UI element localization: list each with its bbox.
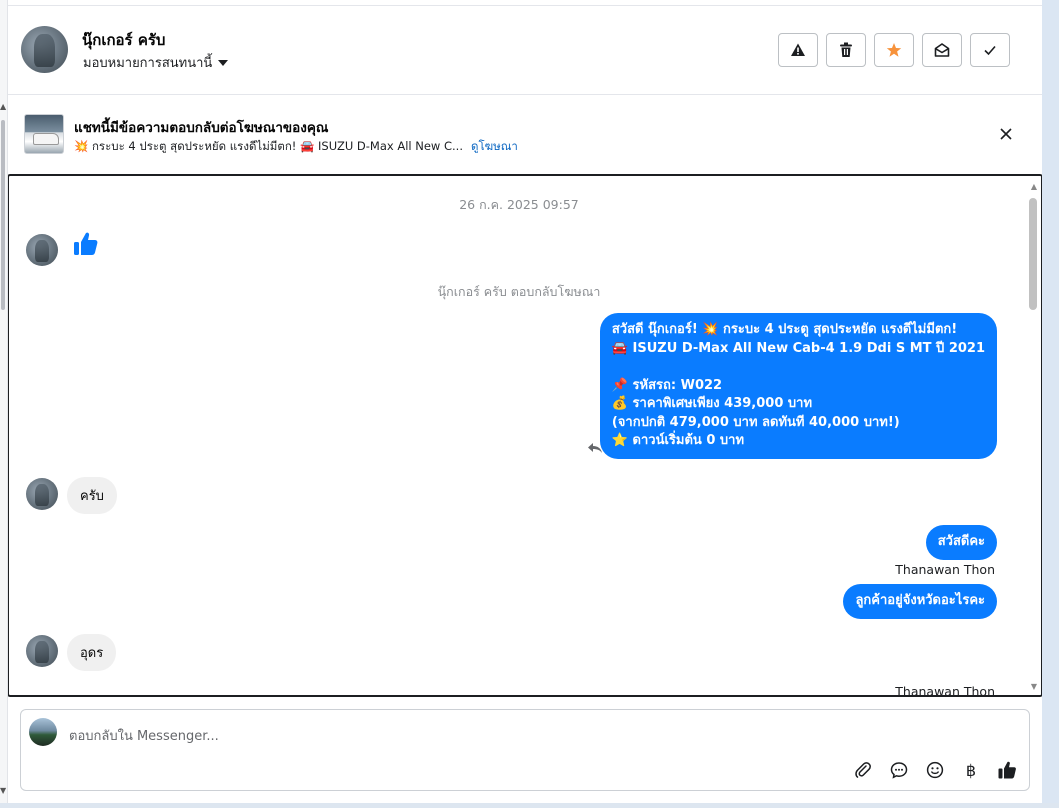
message-thread[interactable]: ▲ ▼ 26 ก.ค. 2025 09:57 นุ๊กเกอร์ ครับ ตอ… (7, 174, 1043, 697)
send-like-button[interactable] (997, 760, 1017, 780)
ad-banner-title: แชทนี้มีข้อความตอบกลับต่อโฆษณาของคุณ (74, 120, 329, 136)
scroll-down-arrow-icon[interactable]: ▼ (0, 786, 6, 795)
chat-header: นุ๊กเกอร์ ครับ มอบหมายการสนทนานี้ (8, 6, 1042, 95)
check-icon (984, 45, 996, 56)
payment-button[interactable]: ฿ (961, 760, 981, 780)
report-spam-button[interactable] (778, 33, 818, 67)
sender-name: Thanawan Thon (895, 684, 995, 697)
scroll-thumb[interactable] (1029, 198, 1037, 310)
outer-scrollbar[interactable]: ▲ ▼ (0, 0, 8, 808)
ad-text: 💥 กระบะ 4 ประตู สุดประหยัด แรงดีไม่มีตก!… (74, 139, 463, 153)
outgoing-message-bubble[interactable]: สวัสดีคะ (925, 525, 997, 560)
incoming-message-bubble[interactable]: ครับ (67, 477, 117, 514)
message-line: 💰 ราคาพิเศษเพียง 439,000 บาท (611, 396, 813, 411)
ad-reply-notice: นุ๊กเกอร์ ครับ ตอบกลับโฆษณา (437, 284, 601, 299)
attach-button[interactable] (853, 760, 873, 780)
incoming-message-bubble[interactable]: อุดร (67, 634, 117, 671)
mark-done-button[interactable] (970, 33, 1010, 67)
message-line (612, 358, 985, 377)
chat-bubble-icon (890, 762, 908, 779)
saved-replies-button[interactable] (889, 760, 909, 780)
side-background (1042, 0, 1059, 808)
mark-unread-button[interactable] (922, 33, 962, 67)
ad-thumbnail[interactable] (24, 114, 64, 154)
contact-avatar[interactable] (21, 26, 68, 73)
contact-name[interactable]: นุ๊กเกอร์ ครับ (82, 28, 165, 52)
message-timestamp: 26 ก.ค. 2025 09:57 (459, 197, 579, 212)
outgoing-message-bubble[interactable]: ลูกค้าอยู่จังหวัดอะไรคะ (843, 584, 997, 619)
reply-input[interactable]: ตอบกลับใน Messenger... (69, 725, 219, 746)
inbox-chat-panel: นุ๊กเกอร์ ครับ มอบหมายการสนทนานี้ แชทนี้… (0, 0, 1043, 805)
warning-icon (791, 43, 805, 56)
assign-label: มอบหมายการสนทนานี้ (83, 56, 213, 71)
page-avatar (29, 718, 57, 746)
scroll-down-arrow-icon[interactable]: ▼ (1031, 682, 1037, 691)
thread-scrollbar[interactable]: ▲ ▼ (1025, 176, 1041, 695)
ad-reply-banner: แชทนี้มีข้อความตอบกลับต่อโฆษณาของคุณ 💥 ก… (8, 96, 1042, 174)
scroll-thumb[interactable] (1, 120, 5, 310)
scroll-up-arrow-icon[interactable]: ▲ (0, 102, 6, 111)
composer-tools: ฿ (853, 760, 1017, 780)
thumbs-up-icon (998, 761, 1016, 779)
message-line: ⭐ ดาวน์เริ่มต้น 0 บาท (611, 433, 745, 448)
trash-icon (840, 42, 852, 57)
bottom-edge (0, 803, 1059, 808)
header-actions (778, 33, 1010, 67)
view-ad-link[interactable]: ดูโฆษณา (471, 138, 518, 156)
contact-avatar-small (26, 234, 58, 266)
contact-avatar-small (26, 635, 58, 667)
outgoing-ad-message-bubble[interactable]: สวัสดี นุ๊กเกอร์! 💥 กระบะ 4 ประตู สุดประ… (599, 313, 997, 459)
assign-conversation-dropdown[interactable]: มอบหมายการสนทนานี้ (83, 52, 229, 73)
thumbs-up-icon (74, 232, 98, 255)
close-banner-button[interactable] (996, 124, 1016, 144)
ad-banner-subtitle: 💥 กระบะ 4 ประตู สุดประหยัด แรงดีไม่มีตก!… (74, 138, 518, 156)
message-line: สวัสดี นุ๊กเกอร์! 💥 กระบะ 4 ประตู สุดประ… (611, 322, 958, 337)
message-line: 🚘 ISUZU D-Max All New Cab-4 1.9 Ddi S MT… (611, 340, 985, 356)
envelope-open-icon (934, 43, 950, 57)
baht-icon: ฿ (965, 760, 977, 780)
emoji-icon (926, 761, 944, 779)
close-icon (1000, 128, 1012, 140)
reply-composer[interactable]: ตอบกลับใน Messenger... ฿ (20, 709, 1030, 791)
star-icon (886, 43, 902, 57)
sender-name: Thanawan Thon (895, 562, 995, 577)
emoji-button[interactable] (925, 760, 945, 780)
paperclip-icon (855, 762, 871, 778)
message-line: (จากปกติ 479,000 บาท ลดทันที 40,000 บาท!… (611, 414, 900, 430)
caret-down-icon (218, 59, 229, 66)
delete-button[interactable] (826, 33, 866, 67)
scroll-up-arrow-icon[interactable]: ▲ (1031, 182, 1037, 191)
star-button[interactable] (874, 33, 914, 67)
message-line: 📌 รหัสรถ: W022 (611, 377, 723, 393)
contact-avatar-small (26, 478, 58, 510)
